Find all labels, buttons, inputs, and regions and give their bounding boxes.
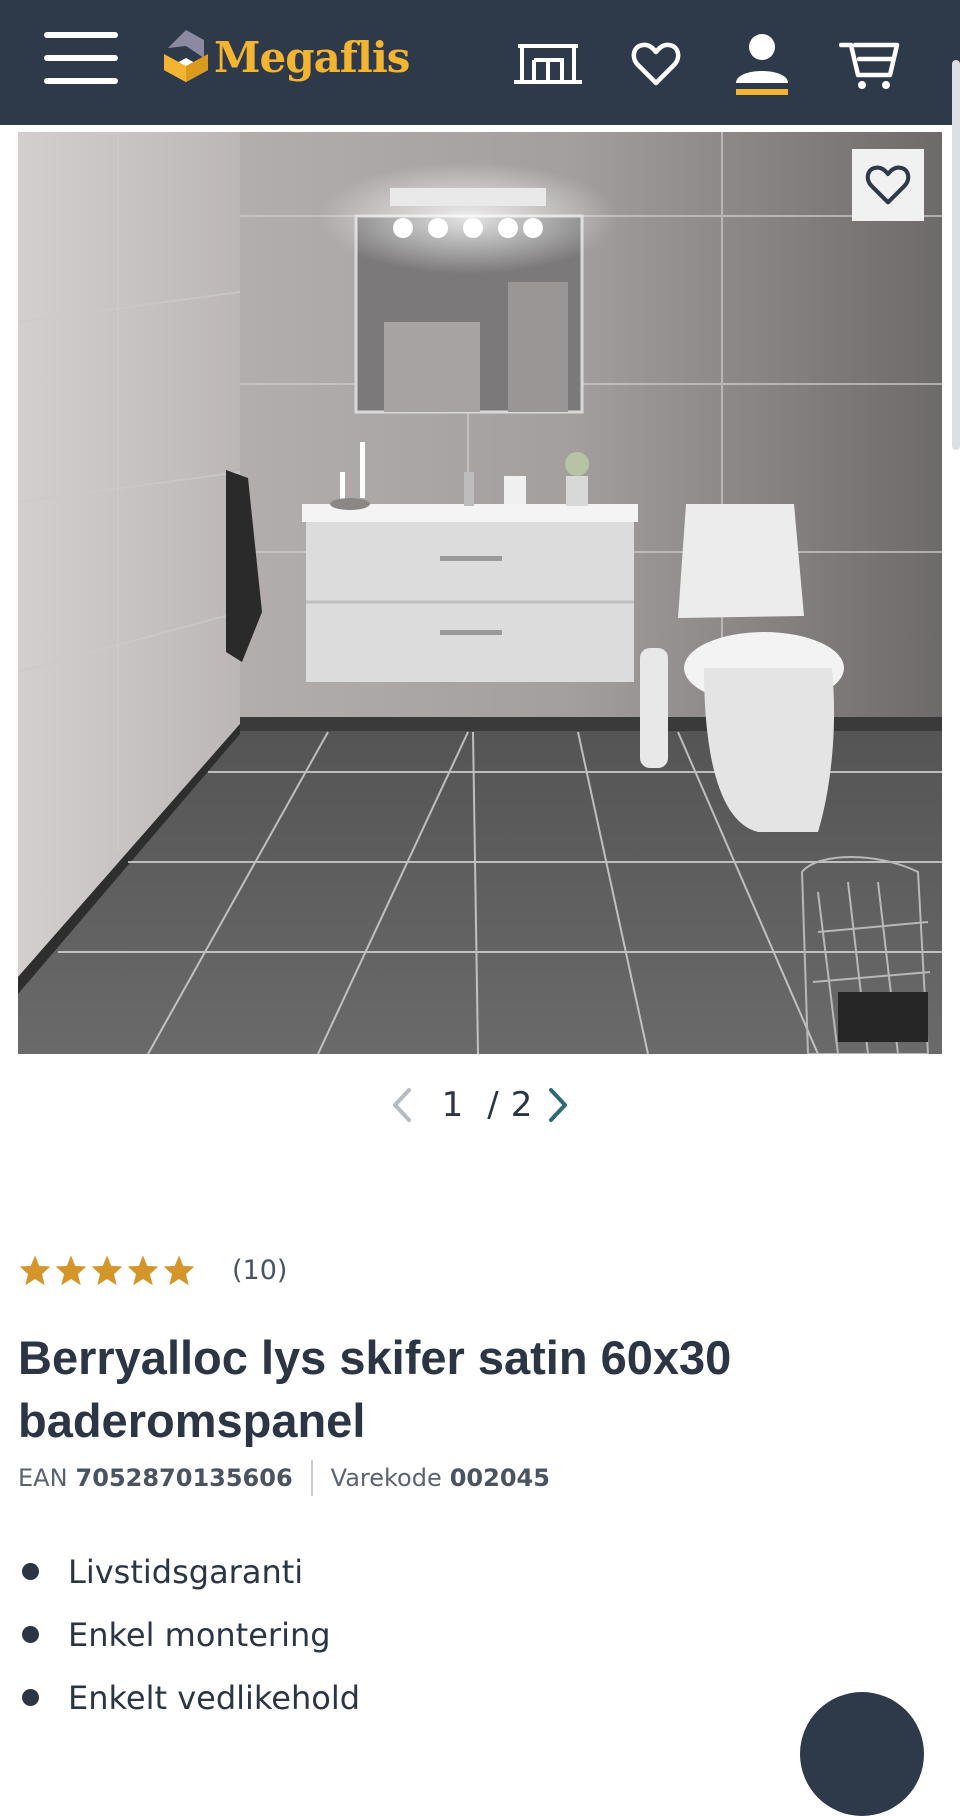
product-codes: EAN 7052870135606 Varekode 002045: [18, 1460, 550, 1496]
codes-divider: [310, 1460, 313, 1496]
star-icon: [127, 1255, 159, 1286]
pager-separator: /: [487, 1085, 499, 1125]
top-navigation-bar: Megaflis: [0, 0, 960, 125]
star-rating: [18, 1254, 198, 1286]
current-image-number: 1: [441, 1085, 464, 1125]
feature-item: Enkel montering: [18, 1603, 360, 1666]
feature-list: Livstidsgaranti Enkel montering Enkelt v…: [18, 1540, 360, 1729]
ean-value: 7052870135606: [75, 1464, 293, 1492]
star-icon: [19, 1255, 51, 1286]
hamburger-menu-icon[interactable]: [44, 32, 118, 84]
prev-image-button[interactable]: [382, 1080, 422, 1130]
favorites-heart-icon[interactable]: [618, 26, 694, 102]
store-icon[interactable]: [510, 26, 586, 102]
megaflis-logo-mark: [164, 30, 208, 82]
user-account-icon[interactable]: [724, 26, 800, 102]
megaflis-logo[interactable]: Megaflis: [160, 22, 410, 92]
add-to-favorites-button[interactable]: [852, 149, 924, 221]
chevron-left-icon: [392, 1088, 411, 1122]
heart-icon: [865, 165, 911, 205]
product-image[interactable]: [18, 132, 942, 1054]
star-icon: [55, 1255, 87, 1286]
star-icon: [91, 1255, 123, 1286]
feature-item: Livstidsgaranti: [18, 1540, 360, 1603]
feature-item: Enkelt vedlikehold: [18, 1666, 360, 1729]
chevron-right-icon: [549, 1088, 568, 1122]
brand-name: Megaflis: [214, 32, 410, 82]
total-image-count: 2: [510, 1085, 533, 1125]
product-title: Berryalloc lys skifer satin 60x30 badero…: [18, 1331, 732, 1447]
sku-value: 002045: [449, 1464, 550, 1492]
product-rating[interactable]: (10): [18, 1250, 287, 1290]
image-pager: 1 / 2: [0, 1080, 960, 1130]
next-image-button[interactable]: [538, 1080, 578, 1130]
sku-label: Varekode: [330, 1464, 442, 1492]
page-scrollbar[interactable]: [952, 60, 960, 450]
chat-button[interactable]: [800, 1692, 924, 1816]
star-icon: [163, 1255, 195, 1286]
review-count[interactable]: (10): [232, 1255, 287, 1286]
ean-label: EAN: [18, 1464, 68, 1492]
cart-icon[interactable]: [832, 26, 908, 102]
